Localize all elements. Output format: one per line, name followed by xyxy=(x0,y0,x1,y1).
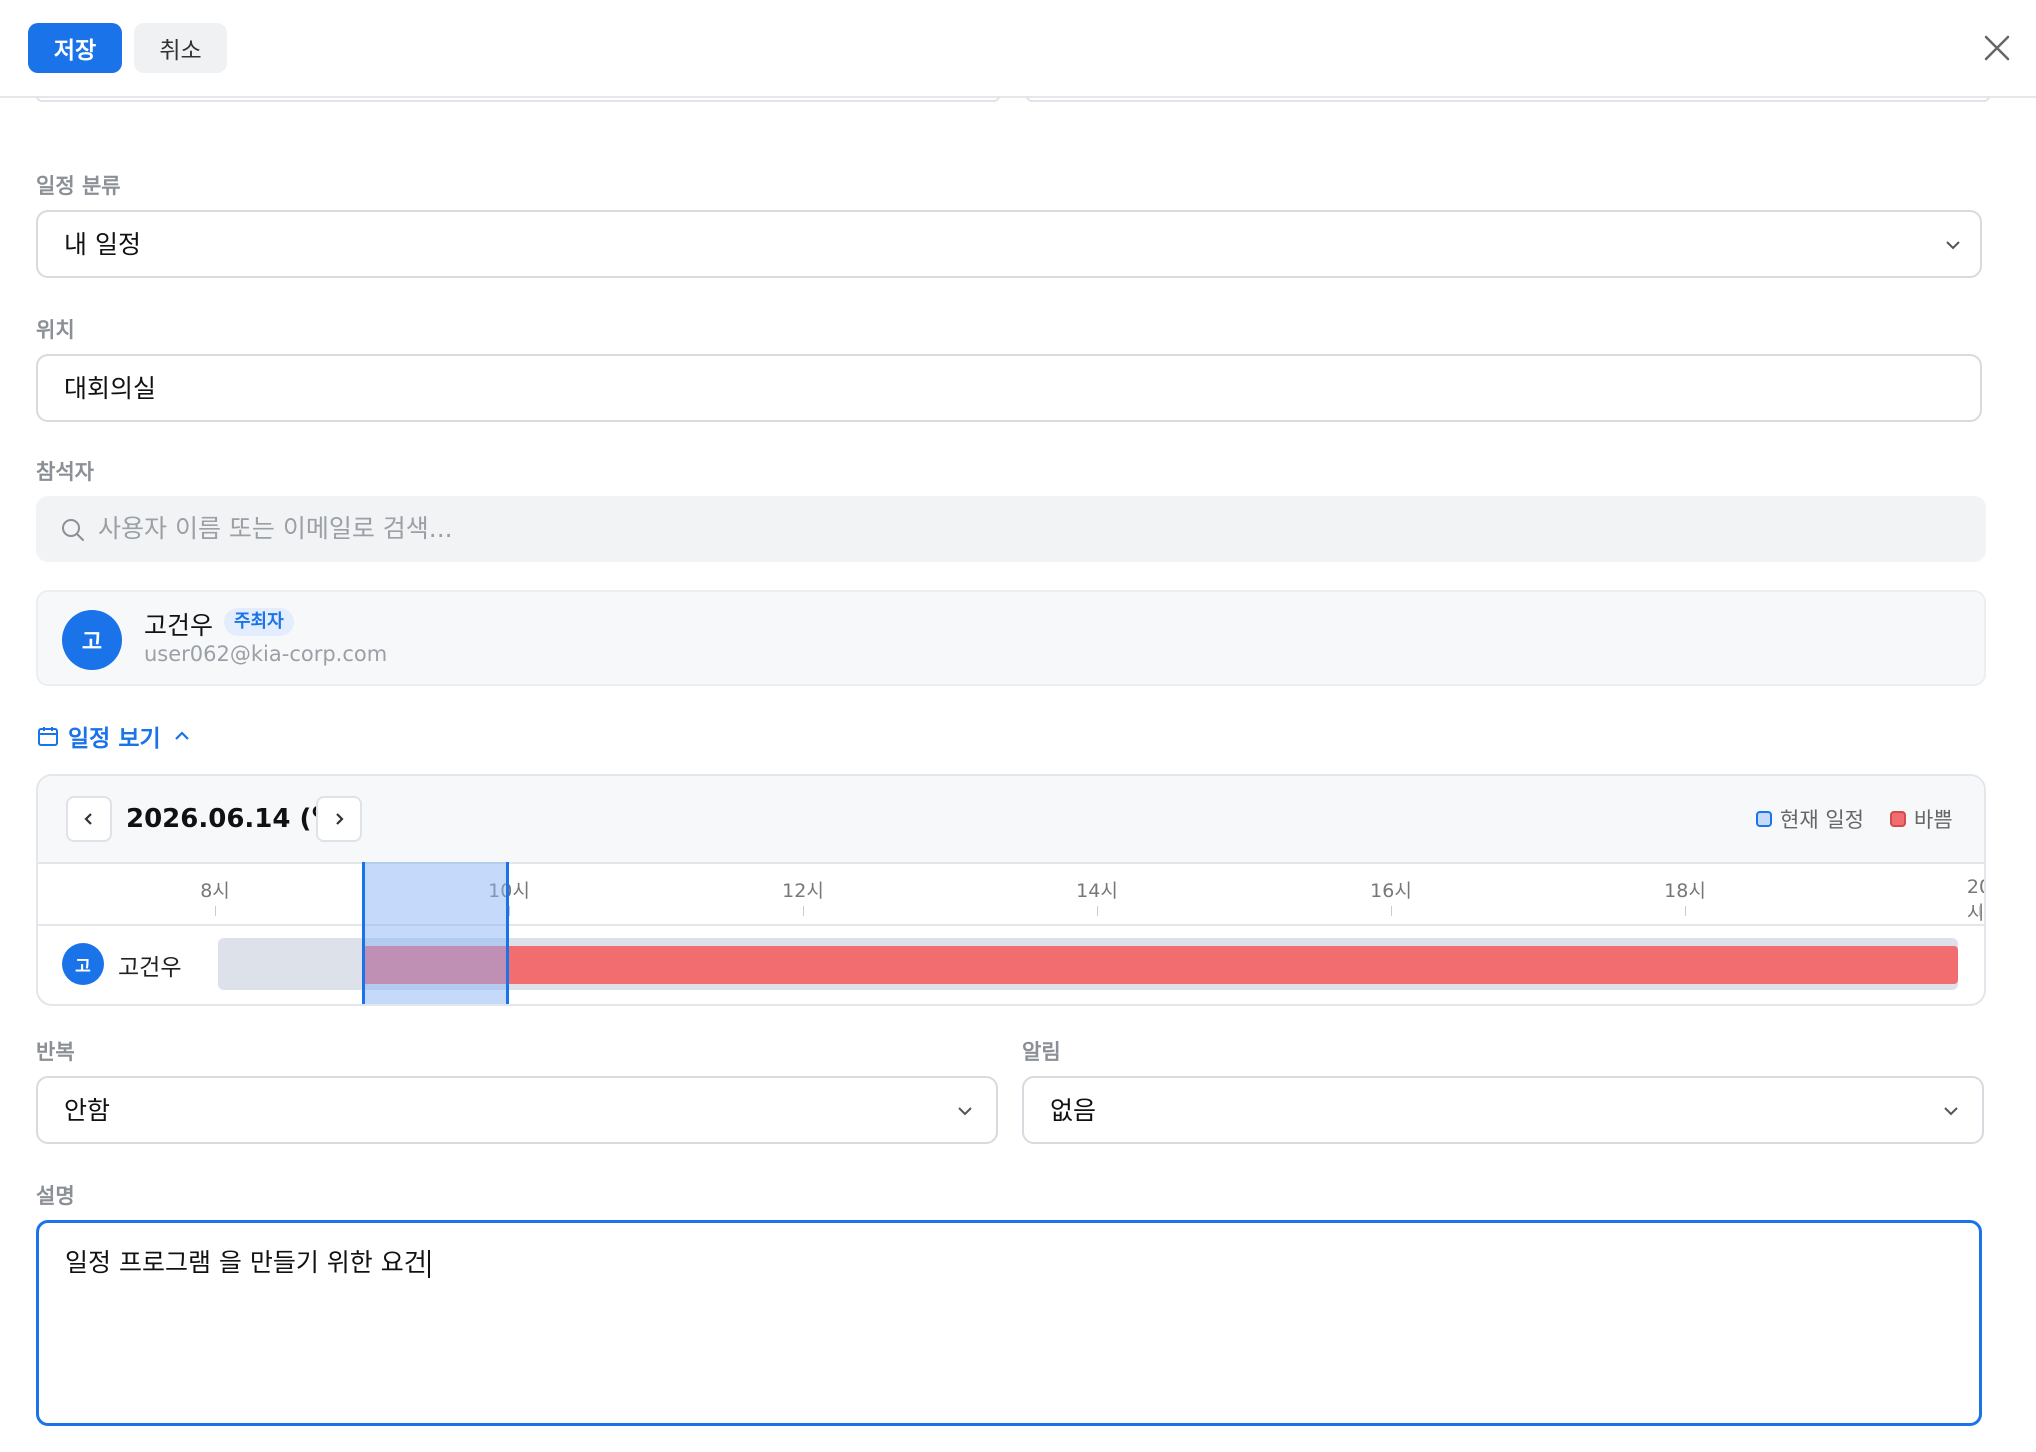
hour-tick-mark xyxy=(1097,906,1098,916)
next-day-button[interactable] xyxy=(316,796,362,842)
category-label: 일정 분류 xyxy=(36,174,121,198)
description-label: 설명 xyxy=(36,1184,75,1208)
legend-busy: 바쁨 xyxy=(1890,804,1953,834)
organizer-badge: 주최자 xyxy=(224,608,294,636)
save-button[interactable]: 저장 xyxy=(28,23,122,73)
schedule-date: 2026.06.14 (일) xyxy=(126,804,348,834)
hour-tick-mark xyxy=(1979,906,1980,916)
avatar: 고 xyxy=(62,943,104,985)
top-bar: 저장 취소 xyxy=(0,0,2036,98)
attendee-card: 고 고건우 주최자 user062@kia-corp.com xyxy=(36,590,1986,686)
search-placeholder: 사용자 이름 또는 이메일로 검색... xyxy=(98,514,453,543)
hour-axis: 8시10시12시14시16시18시20시 xyxy=(38,864,1984,926)
avatar: 고 xyxy=(62,610,122,670)
attendee-schedule-row: 고 고건우 xyxy=(38,926,1984,1004)
hour-tick-label: 18시 xyxy=(1664,880,1706,902)
location-label: 위치 xyxy=(36,318,75,342)
cancel-button[interactable]: 취소 xyxy=(134,23,227,73)
attendee-name: 고건우 xyxy=(144,611,214,640)
hour-tick-label: 20시 xyxy=(1966,876,1985,924)
chevron-left-icon xyxy=(84,813,92,825)
current-event-range[interactable] xyxy=(362,862,509,1004)
close-icon[interactable] xyxy=(1980,31,2014,65)
legend-current-swatch xyxy=(1756,811,1772,827)
repeat-label: 반복 xyxy=(36,1040,75,1064)
schedule-header: 2026.06.14 (일) 현재 일정 바쁨 xyxy=(38,776,1984,864)
attendee-search-input[interactable]: 사용자 이름 또는 이메일로 검색... xyxy=(36,496,1986,562)
search-icon xyxy=(62,519,84,541)
hour-tick-label: 16시 xyxy=(1370,880,1412,902)
chevron-down-icon xyxy=(1944,1107,1958,1116)
alert-label: 알림 xyxy=(1022,1040,1061,1064)
hour-tick-mark xyxy=(509,906,510,916)
repeat-select[interactable]: 안함 xyxy=(36,1076,998,1144)
location-input[interactable]: 대회의실 xyxy=(36,354,1982,422)
repeat-value: 안함 xyxy=(64,1096,111,1125)
hour-tick-mark xyxy=(803,906,804,916)
legend-current-label: 현재 일정 xyxy=(1780,808,1864,832)
previous-field-edge xyxy=(1026,96,1990,102)
legend-current: 현재 일정 xyxy=(1756,804,1864,834)
hour-tick-mark xyxy=(1685,906,1686,916)
chevron-down-icon xyxy=(958,1107,972,1116)
category-select[interactable]: 내 일정 xyxy=(36,210,1982,278)
chevron-down-icon xyxy=(1946,241,1960,250)
attendees-label: 참석자 xyxy=(36,460,94,484)
previous-field-edge xyxy=(36,96,1000,102)
legend-busy-swatch xyxy=(1890,811,1906,827)
alert-value: 없음 xyxy=(1050,1096,1097,1125)
prev-day-button[interactable] xyxy=(66,796,112,842)
attendee-email: user062@kia-corp.com xyxy=(144,642,388,666)
legend-busy-label: 바쁨 xyxy=(1914,808,1953,832)
hour-tick-label: 12시 xyxy=(782,880,824,902)
schedule-view-label: 일정 보기 xyxy=(68,726,161,752)
hour-tick-label: 8시 xyxy=(200,880,230,902)
hour-tick-label: 14시 xyxy=(1076,880,1118,902)
category-value: 내 일정 xyxy=(64,230,141,259)
schedule-view-toggle[interactable]: 일정 보기 xyxy=(36,720,191,752)
location-value: 대회의실 xyxy=(64,374,157,403)
schedule-person-name: 고건우 xyxy=(118,955,182,981)
description-textarea[interactable]: 일정 프로그램 을 만들기 위한 요건 xyxy=(36,1220,1982,1426)
alert-select[interactable]: 없음 xyxy=(1022,1076,1984,1144)
chevron-right-icon xyxy=(336,813,344,825)
description-value: 일정 프로그램 을 만들기 위한 요건 xyxy=(65,1243,430,1279)
schedule-panel: 2026.06.14 (일) 현재 일정 바쁨 8시 10시 12시 14시 16시 18… xyxy=(36,774,1986,1006)
text-cursor xyxy=(427,1250,430,1278)
busy-block xyxy=(362,946,1958,984)
hour-tick-mark xyxy=(215,906,216,916)
calendar-icon xyxy=(38,727,58,746)
hour-tick-mark xyxy=(1391,906,1392,916)
chevron-up-icon xyxy=(174,731,189,740)
